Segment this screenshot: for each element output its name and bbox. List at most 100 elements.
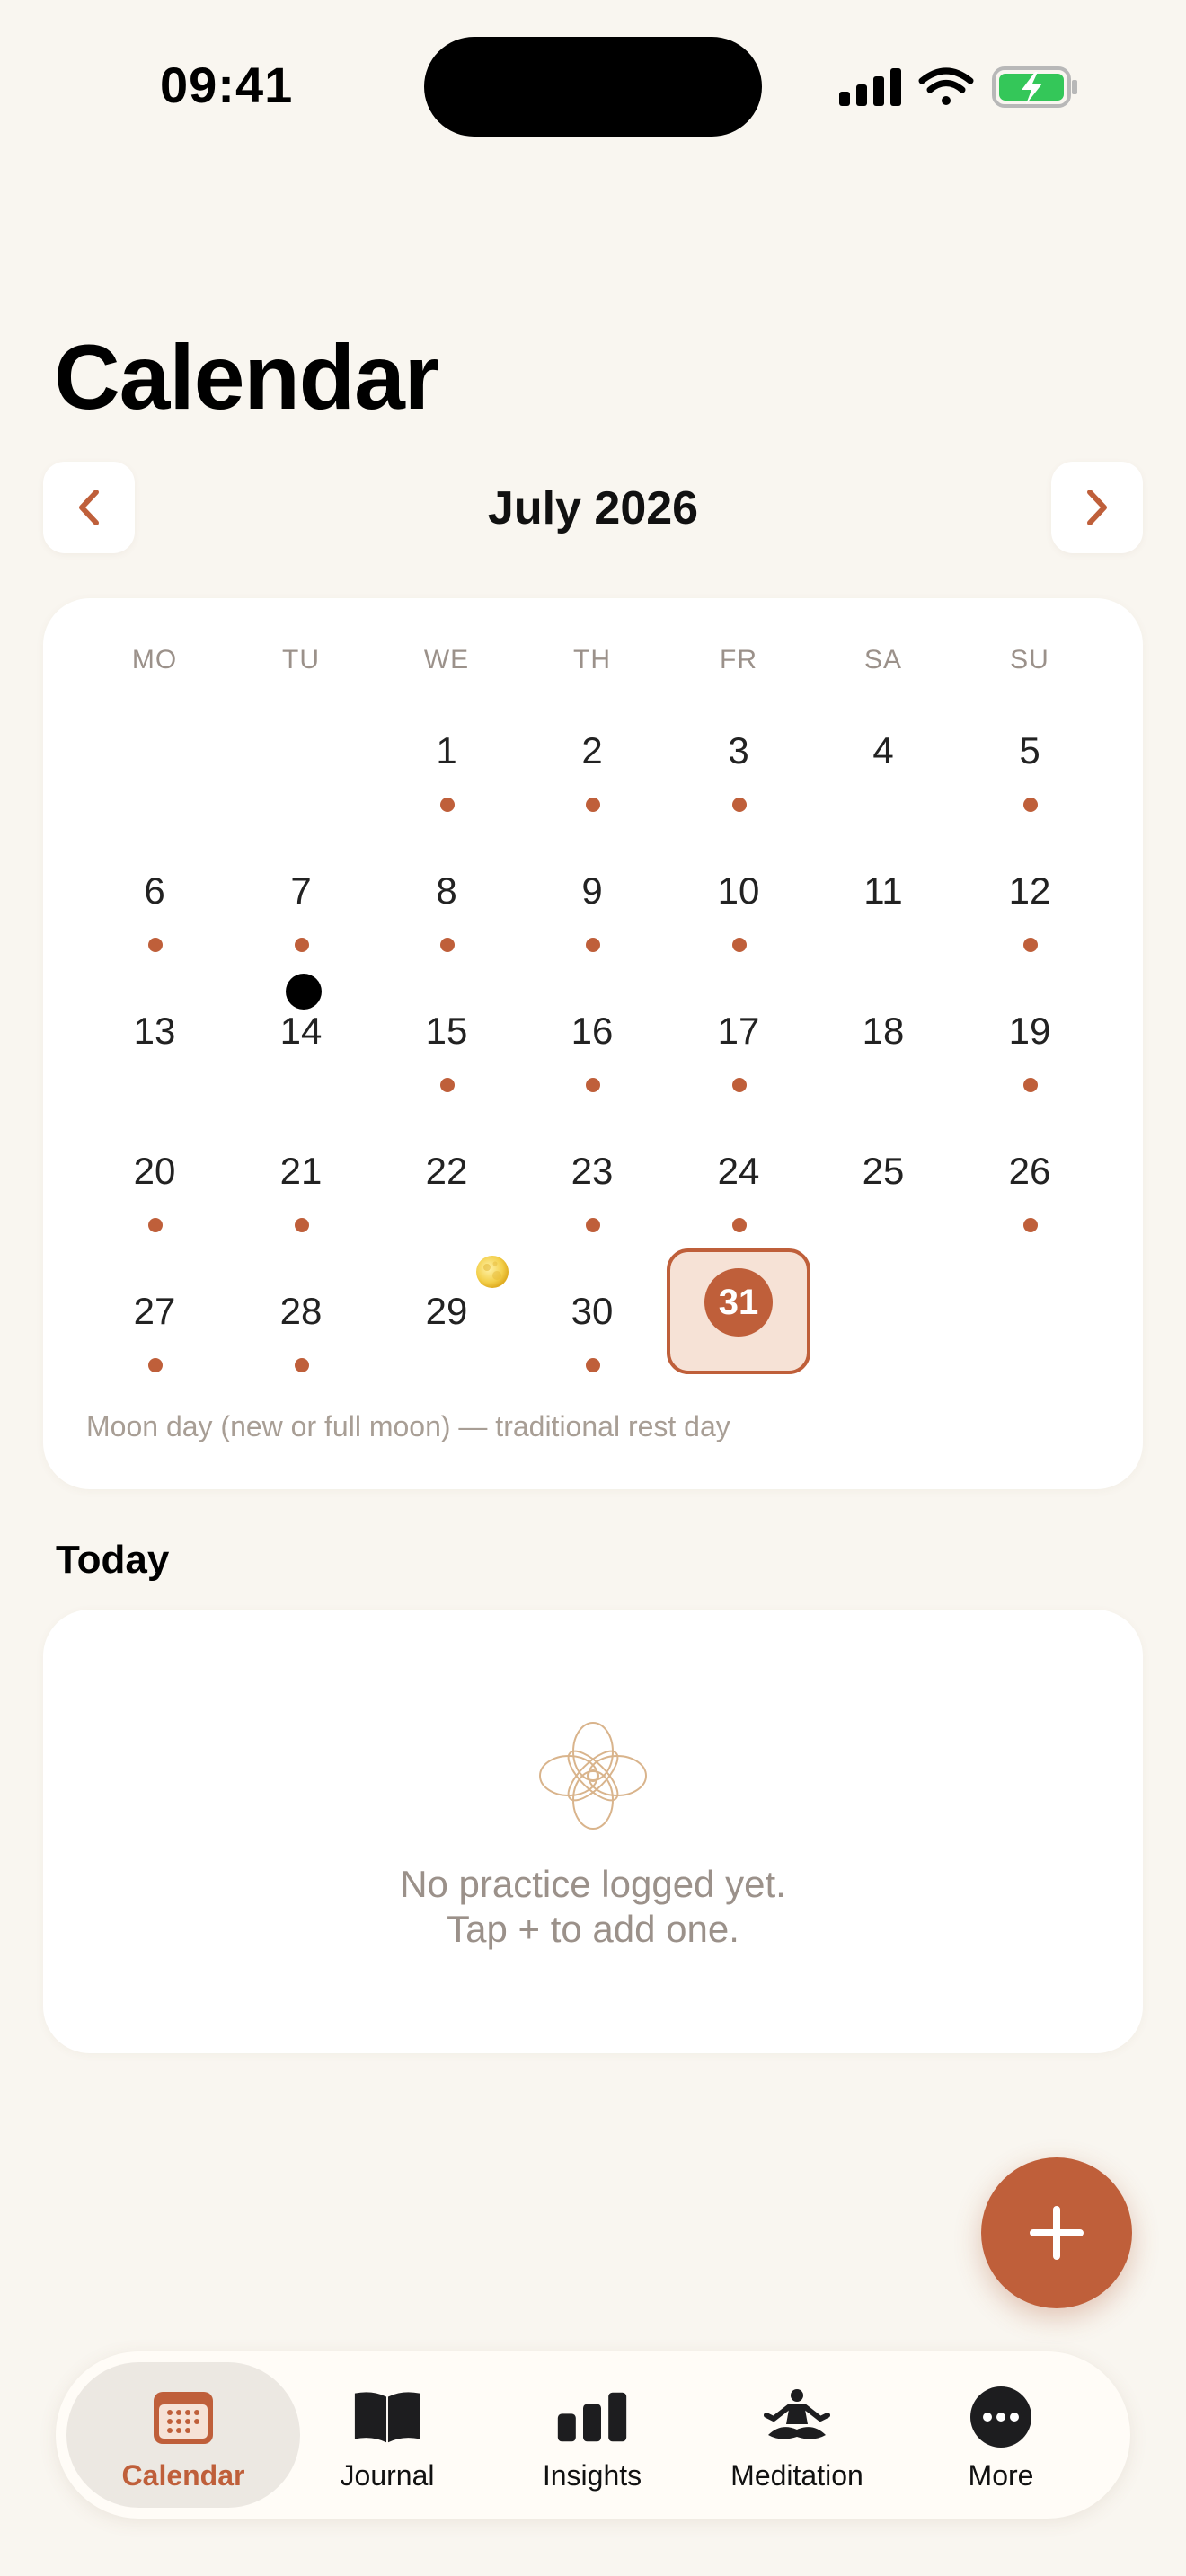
- calendar-card: MO TU WE TH FR SA SU 1 2 3 4 5 6 7 8 9 10 11 12 13 14 15 16 17…: [43, 598, 1143, 1489]
- practice-dot: [586, 938, 600, 952]
- day-number: 16: [571, 1010, 614, 1052]
- meditation-icon: [761, 2386, 833, 2448]
- tab-journal[interactable]: Journal: [284, 2351, 491, 2519]
- status-icons: [839, 66, 1077, 108]
- calendar-day[interactable]: 6: [87, 842, 222, 968]
- day-number: 28: [279, 1290, 323, 1332]
- weekday-header: MO TU WE TH FR SA SU: [43, 645, 1143, 681]
- day-number: 18: [862, 1010, 905, 1052]
- calendar-day[interactable]: 18: [816, 983, 951, 1108]
- weekday-label: FR: [720, 645, 757, 675]
- calendar-day[interactable]: 21: [234, 1123, 368, 1248]
- next-month-button[interactable]: [1051, 462, 1143, 553]
- practice-dot: [440, 1078, 455, 1092]
- weekday-label: MO: [131, 645, 178, 675]
- empty-state-line-2: Tap + to add one.: [447, 1908, 739, 1950]
- calendar-day[interactable]: 12: [962, 842, 1097, 968]
- practice-dot: [732, 938, 747, 952]
- tab-more[interactable]: More: [898, 2351, 1104, 2519]
- add-practice-button[interactable]: [981, 2157, 1132, 2308]
- book-icon: [351, 2386, 423, 2448]
- day-number: 12: [1008, 869, 1051, 912]
- day-number: 10: [717, 869, 760, 912]
- calendar-day[interactable]: 7: [234, 842, 368, 968]
- new-moon-icon: [286, 974, 322, 1010]
- plus-icon: [1030, 2206, 1084, 2260]
- day-number: 22: [425, 1150, 468, 1192]
- practice-dot: [148, 1358, 163, 1372]
- practice-dot: [295, 938, 309, 952]
- practice-dot: [732, 1218, 747, 1232]
- calendar-day[interactable]: 2: [525, 702, 659, 828]
- calendar-day-today[interactable]: 31: [667, 1248, 810, 1374]
- calendar-day[interactable]: 16: [525, 983, 659, 1108]
- calendar-day[interactable]: 3: [671, 702, 806, 828]
- calendar-day[interactable]: 24: [671, 1123, 806, 1248]
- day-number: 13: [133, 1010, 176, 1052]
- day-number: 21: [279, 1150, 323, 1192]
- day-number: 5: [1019, 729, 1040, 772]
- calendar-day[interactable]: 28: [234, 1263, 368, 1389]
- calendar-day[interactable]: 23: [525, 1123, 659, 1248]
- tab-label: More: [968, 2459, 1034, 2492]
- today-card: No practice logged yet. Tap + to add one…: [43, 1610, 1143, 2053]
- full-moon-icon: [476, 1256, 509, 1288]
- calendar-day[interactable]: 26: [962, 1123, 1097, 1248]
- calendar-day[interactable]: 13: [87, 983, 222, 1108]
- day-number: 24: [717, 1150, 760, 1192]
- calendar-day[interactable]: 10: [671, 842, 806, 968]
- day-number: 4: [872, 729, 894, 772]
- calendar-day[interactable]: 8: [379, 842, 514, 968]
- calendar-day[interactable]: 22: [379, 1123, 514, 1248]
- day-number: 19: [1008, 1010, 1051, 1052]
- tab-label: Calendar: [121, 2459, 245, 2492]
- weekday-label: SU: [1010, 645, 1049, 675]
- weekday-label: TH: [573, 645, 611, 675]
- practice-dot: [440, 798, 455, 812]
- signal-icon: [839, 68, 901, 106]
- wifi-icon: [918, 67, 974, 105]
- tab-calendar[interactable]: Calendar: [80, 2351, 287, 2519]
- calendar-day[interactable]: 5: [962, 702, 1097, 828]
- page-title: Calendar: [54, 326, 439, 428]
- day-number: 7: [290, 869, 312, 912]
- calendar-day[interactable]: 17: [671, 983, 806, 1108]
- tab-insights[interactable]: Insights: [489, 2351, 695, 2519]
- calendar-day[interactable]: 9: [525, 842, 659, 968]
- practice-dot: [586, 1358, 600, 1372]
- practice-dot: [586, 1078, 600, 1092]
- empty-state-line-1: No practice logged yet.: [400, 1863, 786, 1905]
- calendar-day[interactable]: 25: [816, 1123, 951, 1248]
- dynamic-island: [424, 37, 762, 137]
- calendar-day[interactable]: 11: [816, 842, 951, 968]
- practice-dot: [732, 1078, 747, 1092]
- calendar-day[interactable]: 1: [379, 702, 514, 828]
- bar-chart-icon: [556, 2386, 628, 2448]
- calendar-day[interactable]: 30: [525, 1263, 659, 1389]
- day-number: 26: [1008, 1150, 1051, 1192]
- practice-dot: [295, 1218, 309, 1232]
- calendar-day[interactable]: 20: [87, 1123, 222, 1248]
- day-number: 25: [862, 1150, 905, 1192]
- day-number: 29: [425, 1290, 468, 1332]
- practice-dot: [1023, 938, 1038, 952]
- status-time: 09:41: [160, 57, 294, 113]
- day-number: 23: [571, 1150, 614, 1192]
- day-number: 3: [728, 729, 749, 772]
- calendar-day[interactable]: 15: [379, 983, 514, 1108]
- more-icon: [965, 2386, 1037, 2448]
- weekday-label: TU: [282, 645, 320, 675]
- calendar-day[interactable]: 4: [816, 702, 951, 828]
- lotus-icon: [539, 1722, 647, 1830]
- today-marker: 31: [704, 1268, 773, 1337]
- tab-meditation[interactable]: Meditation: [694, 2351, 900, 2519]
- tab-label: Meditation: [730, 2459, 863, 2492]
- tab-label: Insights: [542, 2459, 642, 2492]
- calendar-day[interactable]: 27: [87, 1263, 222, 1389]
- battery-charging-icon: [992, 66, 1077, 108]
- calendar-day[interactable]: 19: [962, 983, 1097, 1108]
- tab-label: Journal: [340, 2459, 435, 2492]
- practice-dot: [148, 1218, 163, 1232]
- day-number: 15: [425, 1010, 468, 1052]
- day-number: 1: [436, 729, 457, 772]
